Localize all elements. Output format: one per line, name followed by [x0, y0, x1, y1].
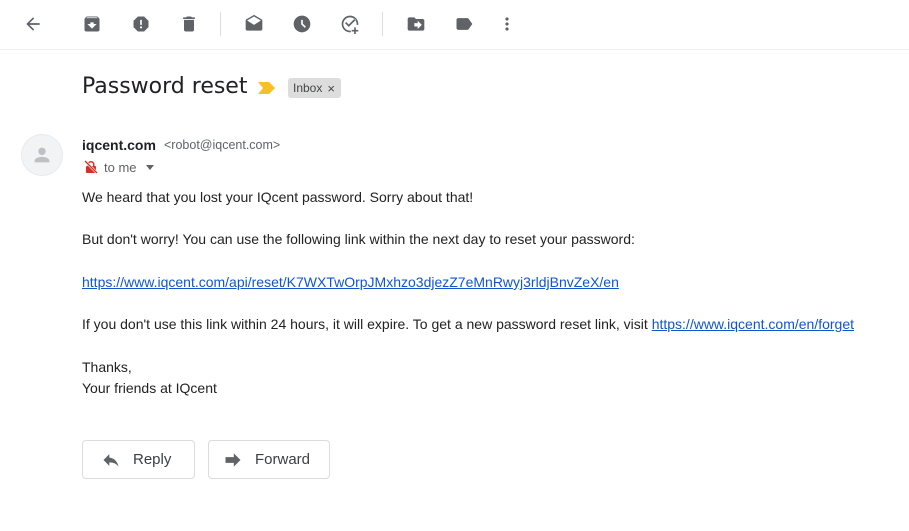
sender-name: iqcent.com	[82, 137, 156, 153]
signature-line: Your friends at IQcent	[82, 380, 217, 396]
sender-avatar	[21, 134, 63, 176]
sender-email: <robot@iqcent.com>	[164, 138, 281, 152]
labels-icon[interactable]	[450, 10, 478, 38]
forward-icon	[225, 452, 241, 467]
body-line: If you don't use this link within 24 hou…	[82, 316, 854, 332]
closing-line: Thanks,	[82, 359, 132, 375]
body-line: https://www.iqcent.com/api/reset/K7WXTwO…	[82, 274, 619, 290]
forget-password-link[interactable]: https://www.iqcent.com/en/forget	[652, 316, 854, 332]
forward-label: Forward	[255, 451, 311, 468]
remove-label-button[interactable]: ×	[327, 81, 335, 96]
delete-icon[interactable]	[175, 10, 203, 38]
person-icon	[34, 147, 50, 163]
recipient-details[interactable]: to me	[84, 158, 155, 176]
message-toolbar	[0, 0, 909, 50]
email-subject: Password reset	[82, 74, 248, 99]
toolbar-divider	[220, 12, 221, 36]
add-to-tasks-icon[interactable]	[336, 10, 364, 38]
archive-icon[interactable]	[78, 10, 106, 38]
report-spam-icon[interactable]	[127, 10, 155, 38]
reply-icon	[103, 453, 119, 467]
insecure-lock-icon	[84, 160, 98, 174]
reset-password-link[interactable]: https://www.iqcent.com/api/reset/K7WXTwO…	[82, 274, 619, 290]
reply-label: Reply	[133, 451, 172, 468]
toolbar-divider	[382, 12, 383, 36]
expiry-text: If you don't use this link within 24 hou…	[82, 316, 652, 332]
reply-button[interactable]: Reply	[82, 440, 195, 479]
label-chip-text: Inbox	[293, 81, 323, 95]
forward-button[interactable]: Forward	[208, 440, 330, 479]
body-line: We heard that you lost your IQcent passw…	[82, 189, 474, 205]
recipient-label: to me	[104, 159, 137, 175]
importance-marker-icon[interactable]	[258, 81, 276, 95]
body-line: But don't worry! You can use the followi…	[82, 231, 635, 247]
move-to-icon[interactable]	[402, 10, 430, 38]
more-vert-icon[interactable]	[493, 10, 521, 38]
inbox-label-chip: Inbox ×	[288, 78, 341, 98]
mark-unread-icon[interactable]	[240, 10, 268, 38]
snooze-icon[interactable]	[288, 10, 316, 38]
back-arrow-icon[interactable]	[19, 10, 47, 38]
caret-down-icon[interactable]	[145, 162, 155, 172]
